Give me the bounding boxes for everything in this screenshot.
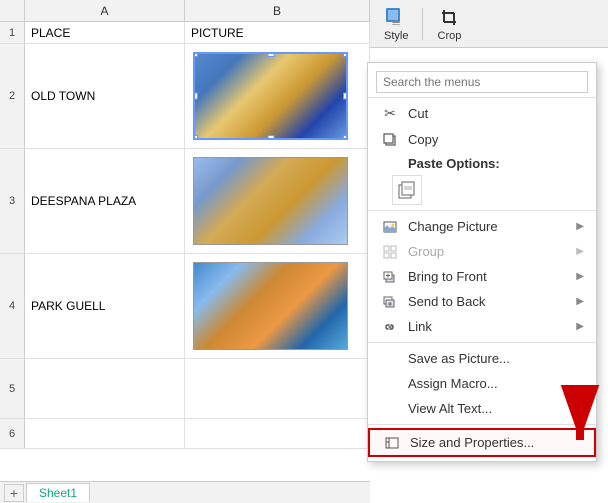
crop-label: Crop xyxy=(438,30,462,42)
menu-label-save-picture: Save as Picture... xyxy=(408,351,584,366)
crop-button[interactable]: Crop xyxy=(431,4,467,44)
table-row: 1 PLACE PICTURE xyxy=(0,22,370,44)
row-num-header xyxy=(0,0,25,21)
cell-b4[interactable] xyxy=(185,254,370,358)
col-header-a: A xyxy=(25,0,185,21)
style-icon xyxy=(384,6,408,30)
cell-a5[interactable] xyxy=(25,359,185,418)
menu-label-copy: Copy xyxy=(408,132,584,147)
menu-label-bring-front: Bring to Front xyxy=(408,269,576,284)
paste-icons xyxy=(380,175,584,205)
table-row: 5 xyxy=(0,359,370,419)
image-old-town[interactable] xyxy=(193,52,348,140)
col-headers: A B xyxy=(0,0,370,22)
spreadsheet: A B 1 PLACE PICTURE 2 OLD TOWN 3 DEESPAN… xyxy=(0,0,370,503)
menu-item-bring-front[interactable]: Bring to Front ▶ xyxy=(368,264,596,289)
row-num: 3 xyxy=(0,149,25,253)
menu-divider-1 xyxy=(368,210,596,211)
cell-a3[interactable]: DEESPANA PLAZA xyxy=(25,149,185,253)
group-arrow: ▶ xyxy=(576,246,584,257)
sheet-tabs: + Sheet1 xyxy=(0,481,370,503)
table-row: 4 PARK GUELL xyxy=(0,254,370,359)
cell-b3[interactable] xyxy=(185,149,370,253)
bring-front-icon xyxy=(380,270,400,284)
change-picture-icon xyxy=(380,220,400,234)
table-row: 3 DEESPANA PLAZA xyxy=(0,149,370,254)
row-num: 2 xyxy=(0,44,25,148)
sheet-tab-1[interactable]: Sheet1 xyxy=(26,483,90,502)
row-num: 4 xyxy=(0,254,25,358)
row-num: 6 xyxy=(0,419,25,448)
red-arrow-annotation xyxy=(540,385,600,458)
send-back-icon xyxy=(380,295,400,309)
menu-label-paste: Paste Options: xyxy=(380,156,584,171)
paste-icon-1[interactable] xyxy=(392,175,422,205)
bring-front-arrow: ▶ xyxy=(576,271,584,282)
link-icon xyxy=(380,320,400,334)
menu-label-change-picture: Change Picture xyxy=(408,219,576,234)
toolbar: Style Crop xyxy=(370,0,608,48)
row-num: 5 xyxy=(0,359,25,418)
link-arrow: ▶ xyxy=(576,321,584,332)
image-deespana xyxy=(193,157,348,245)
send-back-arrow: ▶ xyxy=(576,296,584,307)
group-icon xyxy=(380,245,400,259)
menu-item-link[interactable]: Link ▶ xyxy=(368,314,596,339)
cell-b2[interactable] xyxy=(185,44,370,148)
table-row: 2 OLD TOWN xyxy=(0,44,370,149)
cell-b6[interactable] xyxy=(185,419,370,448)
menu-label-cut: Cut xyxy=(408,106,584,121)
image-guell xyxy=(193,262,348,350)
style-button[interactable]: Style xyxy=(378,4,414,44)
menu-label-send-back: Send to Back xyxy=(408,294,576,309)
table-row: 6 xyxy=(0,419,370,449)
row-num: 1 xyxy=(0,22,25,43)
cell-a4[interactable]: PARK GUELL xyxy=(25,254,185,358)
toolbar-divider xyxy=(422,8,423,40)
menu-label-group: Group xyxy=(408,244,576,259)
cut-icon: ✂ xyxy=(380,105,400,122)
cell-b1[interactable]: PICTURE xyxy=(185,22,370,43)
size-properties-icon xyxy=(382,436,402,450)
copy-icon xyxy=(380,133,400,147)
menu-item-send-back[interactable]: Send to Back ▶ xyxy=(368,289,596,314)
menu-label-link: Link xyxy=(408,319,576,334)
crop-icon xyxy=(437,6,461,30)
menu-item-save-picture[interactable]: Save as Picture... xyxy=(368,346,596,371)
menu-item-group[interactable]: Group ▶ xyxy=(368,239,596,264)
menu-search-input[interactable] xyxy=(376,71,588,93)
add-sheet-button[interactable]: + xyxy=(4,484,24,502)
menu-divider-2 xyxy=(368,342,596,343)
cell-a2[interactable]: OLD TOWN xyxy=(25,44,185,148)
menu-search-container xyxy=(368,67,596,98)
cell-a6[interactable] xyxy=(25,419,185,448)
menu-item-copy[interactable]: Copy xyxy=(368,127,596,152)
cell-a1[interactable]: PLACE xyxy=(25,22,185,43)
style-label: Style xyxy=(384,30,408,42)
cell-b5[interactable] xyxy=(185,359,370,418)
menu-item-change-picture[interactable]: Change Picture ▶ xyxy=(368,214,596,239)
change-picture-arrow: ▶ xyxy=(576,221,584,232)
menu-item-cut[interactable]: ✂ Cut xyxy=(368,100,596,127)
col-header-b: B xyxy=(185,0,370,21)
paste-options-container: Paste Options: xyxy=(368,152,596,207)
